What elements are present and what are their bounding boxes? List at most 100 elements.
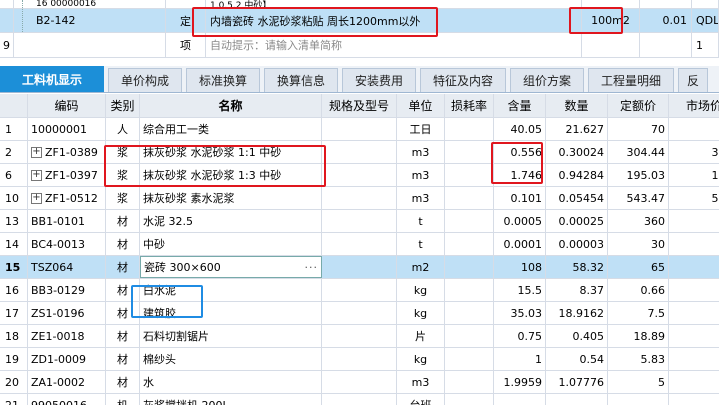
cell-spec[interactable] bbox=[322, 164, 397, 186]
cell-loss-rate[interactable] bbox=[445, 302, 494, 324]
cell-loss-rate[interactable] bbox=[445, 279, 494, 301]
cell-loss-rate[interactable] bbox=[445, 256, 494, 278]
cell-loss-rate[interactable] bbox=[445, 394, 494, 405]
cell-spec[interactable] bbox=[322, 302, 397, 324]
table-row[interactable]: 2 + ZF1-0389 浆 抹灰砂浆 水泥砂浆 1:1 中砂 m3 0.556 0.3002… bbox=[0, 141, 719, 164]
cell-spec[interactable] bbox=[322, 233, 397, 255]
cell-market-price[interactable] bbox=[669, 256, 719, 278]
cell-unit[interactable]: m3 bbox=[397, 141, 445, 163]
table-row[interactable]: 15 TSZ064 材 瓷砖 300×600 ··· m2 108 58.32 65 bbox=[0, 256, 719, 279]
header-name[interactable]: 名称 bbox=[140, 94, 322, 117]
tab-features-content[interactable]: 特征及内容 bbox=[420, 68, 506, 92]
cell-content[interactable]: 0.556 bbox=[494, 141, 546, 163]
cell-market-price[interactable]: 195. bbox=[669, 164, 719, 186]
table-row[interactable]: 19 ZD1-0009 材 棉纱头 kg 1 0.54 5.835. bbox=[0, 348, 719, 371]
cell-loss-rate[interactable] bbox=[445, 371, 494, 393]
cell-market-price[interactable] bbox=[669, 118, 719, 140]
cell-market-price[interactable] bbox=[669, 371, 719, 393]
cell-spec[interactable] bbox=[322, 394, 397, 405]
quota-row-selected[interactable]: B2-142 定 内墙瓷砖 水泥砂浆粘贴 周长1200mm以外 100m2 0.… bbox=[0, 9, 719, 33]
cell-content[interactable] bbox=[494, 394, 546, 405]
cell-spec[interactable] bbox=[322, 279, 397, 301]
cell-loss-rate[interactable] bbox=[445, 325, 494, 347]
expand-icon[interactable]: + bbox=[31, 146, 42, 158]
cell-unit[interactable]: t bbox=[397, 210, 445, 232]
cell-loss-rate[interactable] bbox=[445, 348, 494, 370]
header-spec[interactable]: 规格及型号 bbox=[322, 94, 397, 117]
expand-icon[interactable]: + bbox=[31, 192, 42, 204]
quota-qty[interactable]: 0.01 bbox=[640, 9, 692, 32]
cell-unit[interactable]: 片 bbox=[397, 325, 445, 347]
cell-unit[interactable]: m3 bbox=[397, 187, 445, 209]
cell-spec[interactable] bbox=[322, 118, 397, 140]
header-market-price[interactable]: 市场价 bbox=[669, 94, 719, 117]
cell-market-price[interactable] bbox=[669, 394, 719, 405]
header-quantity[interactable]: 数量 bbox=[546, 94, 608, 117]
cell-content[interactable]: 35.03 bbox=[494, 302, 546, 324]
cell-code[interactable]: + ZF1-0397 bbox=[28, 164, 106, 186]
cell-name[interactable]: 抹灰砂浆 水泥砂浆 1:1 中砂 bbox=[140, 141, 322, 163]
cell-market-price[interactable]: 304. bbox=[669, 141, 719, 163]
cell-unit[interactable]: m3 bbox=[397, 164, 445, 186]
cell-code[interactable]: 10000001 bbox=[28, 118, 106, 140]
tab-labor-material-machine[interactable]: 工料机显示 bbox=[0, 66, 104, 92]
cell-code[interactable]: BB3-0129 bbox=[28, 279, 106, 301]
cell-name[interactable]: 水泥 32.5 bbox=[140, 210, 322, 232]
cell-spec[interactable] bbox=[322, 325, 397, 347]
cell-content[interactable]: 108 bbox=[494, 256, 546, 278]
quota-row-partial[interactable]: 16 00000016 1.0.5.2 中砂】 bbox=[0, 0, 719, 9]
cell-market-price[interactable]: 18. bbox=[669, 325, 719, 347]
cell-code[interactable]: ZS1-0196 bbox=[28, 302, 106, 324]
cell-unit[interactable]: 台班 bbox=[397, 394, 445, 405]
cell-content[interactable]: 40.05 bbox=[494, 118, 546, 140]
tab-conversion-info[interactable]: 换算信息 bbox=[264, 68, 338, 92]
header-quota-price[interactable]: 定额价 bbox=[608, 94, 669, 117]
tab-unit-price-composition[interactable]: 单价构成 bbox=[108, 68, 182, 92]
cell-loss-rate[interactable] bbox=[445, 118, 494, 140]
cell-market-price[interactable]: 0. bbox=[669, 279, 719, 301]
cell-spec[interactable] bbox=[322, 371, 397, 393]
cell-spec[interactable] bbox=[322, 256, 397, 278]
header-code[interactable]: 编码 bbox=[28, 94, 106, 117]
cell-code[interactable]: BB1-0101 bbox=[28, 210, 106, 232]
cell-code[interactable]: ZE1-0018 bbox=[28, 325, 106, 347]
cell-name[interactable]: 石料切割锯片 bbox=[140, 325, 322, 347]
tab-overflow[interactable]: 反 bbox=[678, 68, 708, 92]
table-row[interactable]: 13 BB1-0101 材 水泥 32.5 t 0.0005 0.00025 360 3 bbox=[0, 210, 719, 233]
table-row[interactable]: 20 ZA1-0002 材 水 m3 1.9959 1.07776 5 bbox=[0, 371, 719, 394]
cell-market-price[interactable]: 543. bbox=[669, 187, 719, 209]
cell-market-price[interactable]: 5. bbox=[669, 348, 719, 370]
table-row[interactable]: 6 + ZF1-0397 浆 抹灰砂浆 水泥砂浆 1:3 中砂 m3 1.746 0.9428… bbox=[0, 164, 719, 187]
cell-market-price[interactable]: 3 bbox=[669, 210, 719, 232]
cell-content[interactable]: 1 bbox=[494, 348, 546, 370]
cell-content[interactable]: 15.5 bbox=[494, 279, 546, 301]
cell-name[interactable]: 白水泥 bbox=[140, 279, 322, 301]
header-content[interactable]: 含量 bbox=[494, 94, 546, 117]
cell-name[interactable]: 综合用工一类 bbox=[140, 118, 322, 140]
cell-name[interactable]: 瓷砖 300×600 ··· bbox=[140, 256, 322, 278]
cell-spec[interactable] bbox=[322, 187, 397, 209]
cell-code[interactable]: 99050016 bbox=[28, 394, 106, 405]
quota-name[interactable]: 内墙瓷砖 水泥砂浆粘贴 周长1200mm以外 bbox=[206, 9, 582, 32]
cell-content[interactable]: 0.101 bbox=[494, 187, 546, 209]
cell-code[interactable]: ZD1-0009 bbox=[28, 348, 106, 370]
cell-loss-rate[interactable] bbox=[445, 187, 494, 209]
cell-unit[interactable]: kg bbox=[397, 279, 445, 301]
cell-spec[interactable] bbox=[322, 348, 397, 370]
cell-loss-rate[interactable] bbox=[445, 164, 494, 186]
cell-market-price[interactable]: 7 bbox=[669, 302, 719, 324]
cell-unit[interactable]: kg bbox=[397, 302, 445, 324]
tab-pricing-plan[interactable]: 组价方案 bbox=[510, 68, 584, 92]
cell-unit[interactable]: m2 bbox=[397, 256, 445, 278]
header-loss-rate[interactable]: 损耗率 bbox=[445, 94, 494, 117]
cell-unit[interactable]: 工日 bbox=[397, 118, 445, 140]
cell-code[interactable]: TSZ064 bbox=[28, 256, 106, 278]
cell-code[interactable]: BC4-0013 bbox=[28, 233, 106, 255]
cell-code[interactable]: + ZF1-0389 bbox=[28, 141, 106, 163]
cell-loss-rate[interactable] bbox=[445, 141, 494, 163]
cell-spec[interactable] bbox=[322, 210, 397, 232]
table-row[interactable]: 14 BC4-0013 材 中砂 t 0.0001 0.00003 30 bbox=[0, 233, 719, 256]
cell-content[interactable]: 0.0001 bbox=[494, 233, 546, 255]
cell-name[interactable]: 中砂 bbox=[140, 233, 322, 255]
table-row[interactable]: 21 99050016 机 灰浆搅拌机 200L 台班 bbox=[0, 394, 719, 405]
